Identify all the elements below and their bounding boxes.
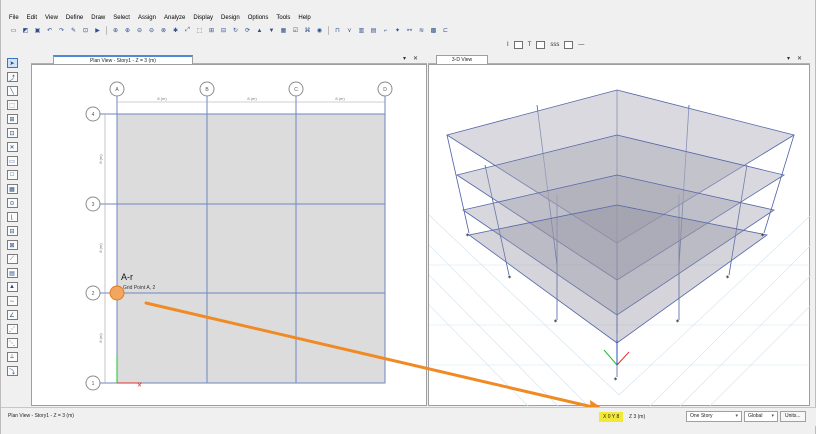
annotation-arrow: [144, 301, 605, 413]
app-window: File Edit View Define Draw Select Assign Analyz…: [0, 0, 816, 434]
story-mode-value: One Story: [690, 413, 713, 419]
coordinate-z-readout: Z 3 (m): [629, 414, 646, 420]
chevron-down-icon: ▾: [771, 413, 774, 419]
chevron-down-icon: ▾: [735, 413, 738, 419]
units-button[interactable]: Units...: [780, 411, 806, 422]
coordinate-xy-readout: X 0 Y 8: [599, 412, 624, 422]
annotation-arrow-line: [144, 301, 599, 410]
coord-system-dropdown[interactable]: Global ▾: [744, 411, 778, 422]
status-view-text: Plan View - Story1 - Z = 3 (m): [8, 413, 74, 419]
story-mode-dropdown[interactable]: One Story ▾: [686, 411, 742, 422]
status-bar: Plan View - Story1 - Z = 3 (m) X 0 Y 8 Z…: [1, 407, 816, 426]
coord-system-value: Global: [748, 413, 763, 419]
